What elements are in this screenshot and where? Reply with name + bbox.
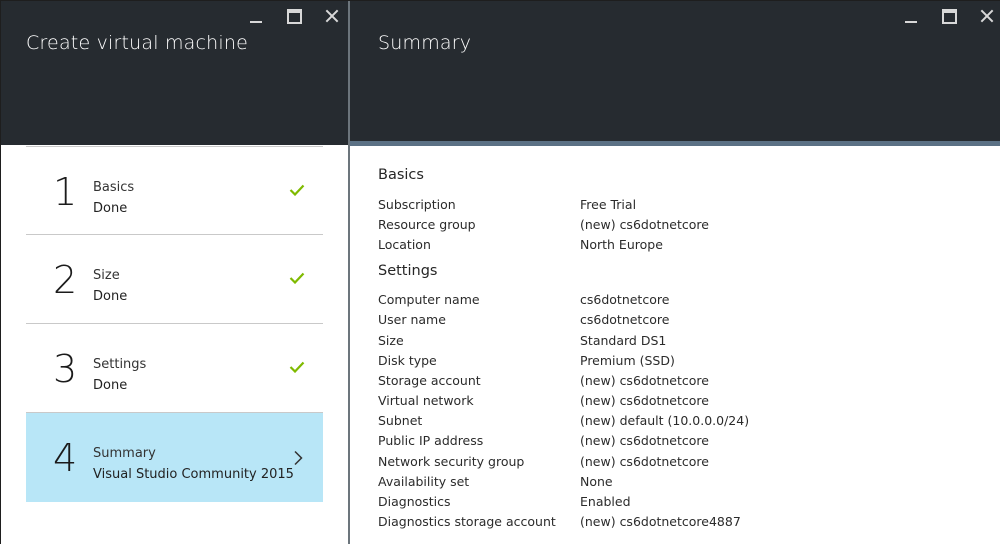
step-status: Done (93, 289, 128, 304)
row-value: (new) cs6dotnetcore4887 (580, 514, 741, 530)
row-key: Resource group (378, 216, 476, 232)
step-status: Done (93, 201, 128, 216)
step-number: 1 (53, 170, 78, 214)
summary-row: Virtual network (new) cs6dotnetcore (378, 391, 978, 411)
create-vm-blade: Create virtual machine 1 Basics Done 2 S… (1, 1, 348, 544)
summary-row: Diagnostics storage account (new) cs6dotn… (378, 512, 978, 532)
summary-blade: Summary Basics Subscription Free Trial Re… (350, 1, 1000, 544)
summary-section-settings: Settings Computer name cs6dotnetcore User… (378, 263, 978, 532)
check-icon (289, 361, 305, 373)
create-vm-blade-title: Create virtual machine (26, 32, 249, 54)
row-key: User name (378, 312, 446, 328)
summary-row: Subscription Free Trial (378, 194, 978, 214)
row-value: cs6dotnetcore (580, 312, 670, 328)
row-key: Network security group (378, 453, 525, 469)
row-key: Public IP address (378, 433, 484, 449)
row-value: (new) cs6dotnetcore (580, 216, 709, 232)
section-title: Settings (378, 262, 438, 279)
row-key: Virtual network (378, 393, 474, 409)
step-summary[interactable]: 4 Summary Visual Studio Community 2015 .… (26, 413, 323, 502)
summary-row: Disk type Premium (SSD) (378, 350, 978, 370)
summary-section-basics: Basics Subscription Free Trial Resource g… (378, 167, 978, 255)
row-key: Diagnostics (378, 494, 451, 510)
summary-row: Location North Europe (378, 234, 978, 254)
row-value: (new) default (10.0.0.0/24) (580, 413, 750, 429)
wizard-steps: 1 Basics Done 2 Size Done 3 Settings Don… (26, 146, 323, 502)
check-icon (289, 184, 305, 196)
row-value: Premium (SSD) (580, 352, 675, 368)
row-key: Size (378, 332, 404, 348)
row-value: (new) cs6dotnetcore (580, 453, 709, 469)
row-value: Free Trial (580, 196, 637, 212)
step-size[interactable]: 2 Size Done (26, 235, 323, 324)
row-key: Computer name (378, 292, 480, 308)
step-number: 3 (53, 347, 78, 391)
summary-row: Network security group (new) cs6dotnetcor… (378, 451, 978, 471)
row-value: Enabled (580, 494, 631, 510)
summary-content: Basics Subscription Free Trial Resource g… (378, 167, 978, 532)
section-title: Basics (378, 167, 424, 183)
row-key: Subnet (378, 413, 423, 429)
row-key: Location (378, 236, 431, 252)
minimize-icon[interactable] (901, 7, 923, 27)
step-basics[interactable]: 1 Basics Done (26, 146, 323, 235)
step-status: Done (93, 378, 128, 393)
check-icon (289, 272, 305, 284)
summary-row: Availability set None (378, 471, 978, 491)
step-status: Visual Studio Community 2015 ... (93, 467, 293, 482)
chevron-right-icon (294, 450, 303, 466)
step-label: Summary (93, 446, 156, 461)
summary-row: Resource group (new) cs6dotnetcore (378, 214, 978, 234)
row-key: Diagnostics storage account (378, 514, 556, 530)
summary-row: Size Standard DS1 (378, 330, 978, 350)
summary-blade-title: Summary (378, 32, 472, 54)
row-value: cs6dotnetcore (580, 292, 670, 308)
step-label: Settings (93, 357, 147, 372)
row-value: (new) cs6dotnetcore (580, 372, 709, 388)
row-key: Storage account (378, 372, 481, 388)
row-value: None (580, 473, 613, 489)
summary-row: Storage account (new) cs6dotnetcore (378, 370, 978, 390)
maximize-icon[interactable] (284, 7, 306, 27)
step-number: 4 (53, 436, 78, 480)
maximize-icon[interactable] (939, 7, 961, 27)
step-label: Basics (93, 180, 135, 195)
step-settings[interactable]: 3 Settings Done (26, 324, 323, 413)
step-number: 2 (53, 258, 78, 302)
row-value: North Europe (580, 236, 663, 252)
portal-window: Create virtual machine 1 Basics Done 2 S… (0, 0, 1000, 544)
close-icon[interactable] (322, 7, 344, 27)
summary-row: User name cs6dotnetcore (378, 310, 978, 330)
summary-row: Computer name cs6dotnetcore (378, 290, 978, 310)
step-label: Size (93, 268, 120, 283)
summary-row: Subnet (new) default (10.0.0.0/24) (378, 411, 978, 431)
create-vm-window-controls (230, 7, 344, 27)
row-value: (new) cs6dotnetcore (580, 393, 709, 409)
close-icon[interactable] (977, 7, 999, 27)
summary-row: Public IP address (new) cs6dotnetcore (378, 431, 978, 451)
header-accent-bar (350, 141, 1000, 146)
summary-blade-header: Summary (350, 1, 1000, 141)
summary-row: Diagnostics Enabled (378, 491, 978, 511)
create-vm-blade-header: Create virtual machine (1, 1, 348, 145)
minimize-icon[interactable] (246, 7, 268, 27)
row-value: (new) cs6dotnetcore (580, 433, 709, 449)
row-value: Standard DS1 (580, 332, 667, 348)
summary-window-controls (885, 7, 999, 27)
row-key: Availability set (378, 473, 470, 489)
row-key: Disk type (378, 352, 437, 368)
row-key: Subscription (378, 196, 456, 212)
